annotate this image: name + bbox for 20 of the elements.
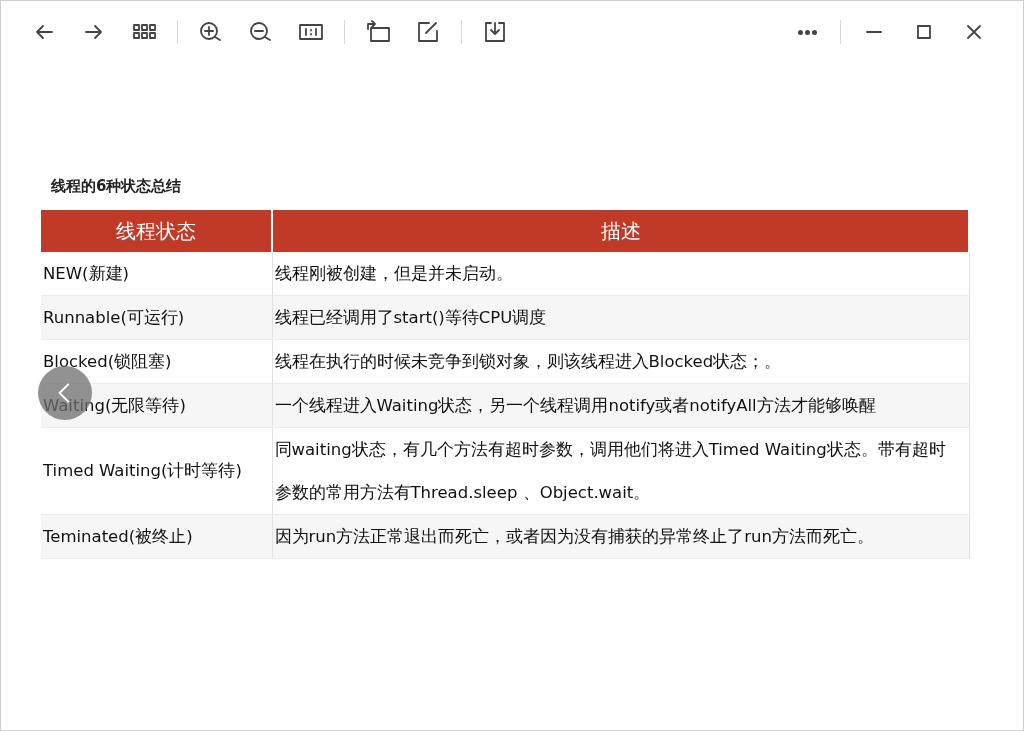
column-header: 线程状态: [41, 209, 272, 252]
table-cell: Runnable(可运行): [41, 295, 272, 339]
slide-title: 线程的6种状态总结: [51, 176, 183, 197]
column-header: 描述: [272, 209, 969, 252]
edit-icon: [416, 20, 440, 44]
zoom-in-icon: [199, 20, 223, 44]
table-cell: 一个线程进入Waiting状态，另一个线程调用notify或者notifyAll方法才能够唤醒: [272, 383, 969, 427]
table-cell: 因为run方法正常退出而死亡，或者因为没有捕获的异常终止了run方法而死亡。: [272, 514, 969, 558]
rotate-icon: [366, 20, 390, 44]
table-cell: Timed Waiting(计时等待): [41, 427, 272, 514]
download-icon: [483, 20, 507, 44]
table-cell: 线程刚被创建，但是并未启动。: [272, 251, 969, 295]
table-cell: 同waiting状态，有几个方法有超时参数，调用他们将进入Timed Waiting状态。带有超时参数的常用方法有Thread.sleep 、Object.wait。: [272, 427, 969, 514]
more-icon: [797, 29, 817, 35]
zoom-out-icon: [249, 20, 273, 44]
table-cell: 线程在执行的时候未竞争到锁对象，则该线程进入Blocked状态；。: [272, 339, 969, 383]
table-cell: Teminated(被终止): [41, 514, 272, 558]
minimize-icon: [866, 31, 882, 33]
table-cell: NEW(新建): [41, 251, 272, 295]
table-cell: 线程已经调用了start()等待CPU调度: [272, 295, 969, 339]
